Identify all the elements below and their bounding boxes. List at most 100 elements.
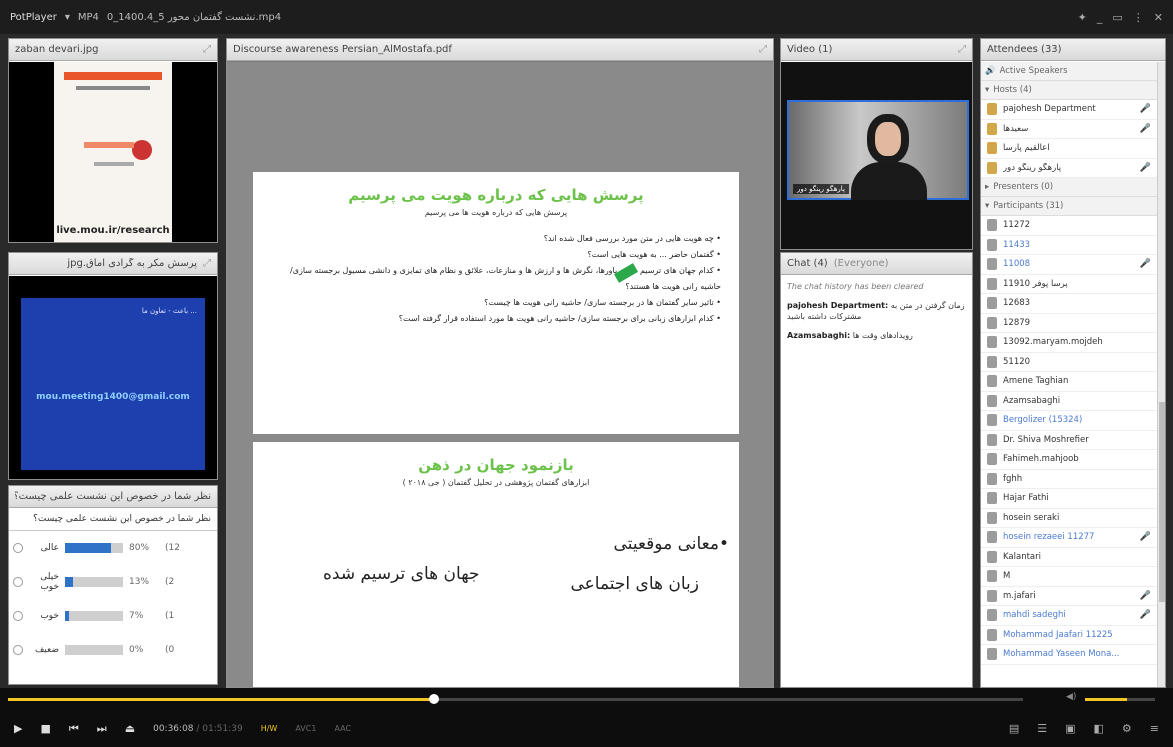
hosts-group-header[interactable]: ▾ Hosts (4) bbox=[981, 81, 1157, 100]
slide-title: بازنمود جهان در ذهن bbox=[418, 456, 574, 474]
eject-icon[interactable]: ⏏ bbox=[125, 722, 135, 735]
attendee-row[interactable]: Hajar Fathi bbox=[981, 489, 1157, 509]
settings-icon[interactable]: ⋮ bbox=[1133, 11, 1144, 24]
attendee-row[interactable]: 12879 bbox=[981, 314, 1157, 333]
poster-graphic bbox=[64, 72, 162, 166]
stop-icon[interactable]: ■ bbox=[40, 722, 50, 735]
attendee-row[interactable]: hosein seraki bbox=[981, 509, 1157, 528]
user-icon bbox=[987, 355, 997, 368]
attendee-row[interactable]: 11272 bbox=[981, 216, 1157, 236]
attendee-row[interactable]: Azamsabaghi bbox=[981, 392, 1157, 411]
scrollbar[interactable] bbox=[1157, 62, 1165, 687]
attendee-row[interactable]: Mohammad Yaseen Mona... bbox=[981, 645, 1157, 665]
scrollbar-thumb[interactable] bbox=[1159, 402, 1165, 602]
microphone-icon[interactable]: 🎤 bbox=[1140, 163, 1151, 173]
window-controls: ✦ _ ▭ ⋮ ✕ bbox=[1078, 11, 1163, 24]
attendee-row[interactable]: Bergolizer (15324) bbox=[981, 411, 1157, 431]
poll-option-row[interactable]: ضعیف 0% (0 bbox=[9, 633, 217, 667]
participants-group-header[interactable]: ▾ Participants (31) bbox=[981, 197, 1157, 216]
attendee-row[interactable]: Mohammad Jaafari 11225 bbox=[981, 626, 1157, 645]
group-label: Hosts (4) bbox=[993, 85, 1032, 95]
attendee-row[interactable]: Dr. Shiva Moshrefier bbox=[981, 431, 1157, 450]
attendee-row[interactable]: M bbox=[981, 567, 1157, 587]
fullscreen-icon[interactable]: ⤢ bbox=[203, 258, 211, 269]
gear-icon[interactable]: ⚙ bbox=[1122, 722, 1132, 735]
pin-icon[interactable]: ✦ bbox=[1078, 11, 1087, 24]
minimize-icon[interactable]: _ bbox=[1097, 11, 1103, 24]
app-menu-button[interactable]: PotPlayer bbox=[10, 12, 57, 23]
attendee-row[interactable]: Fahimeh.mahjoob bbox=[981, 450, 1157, 470]
fullscreen-icon[interactable]: ⤢ bbox=[203, 44, 211, 55]
attendee-row[interactable]: m.jafari 🎤 bbox=[981, 587, 1157, 606]
attendee-row[interactable]: hosein rezaeei 11277 🎤 bbox=[981, 528, 1157, 548]
attendee-row[interactable]: Amene Taghian bbox=[981, 372, 1157, 392]
subtitle-icon[interactable]: ▤ bbox=[1009, 722, 1019, 735]
capture-icon[interactable]: ▣ bbox=[1065, 722, 1075, 735]
microphone-icon[interactable]: 🎤 bbox=[1140, 104, 1151, 114]
pod-header: zaban devari.jpg ⤢ bbox=[9, 39, 217, 61]
poll-option-label: خوب bbox=[40, 611, 59, 621]
radio-button[interactable] bbox=[13, 645, 23, 655]
attendee-row[interactable]: 11433 bbox=[981, 236, 1157, 255]
attendee-row[interactable]: Kalantari bbox=[981, 548, 1157, 567]
attendee-name: 51120 bbox=[1003, 356, 1031, 367]
attendee-row[interactable]: اعالقیم پارسا bbox=[981, 139, 1157, 159]
attendee-row[interactable]: fghh bbox=[981, 470, 1157, 489]
pod-title: Chat (4) bbox=[787, 258, 828, 269]
menu-icon[interactable]: ≡ bbox=[1150, 722, 1159, 735]
radio-button[interactable] bbox=[13, 577, 23, 587]
attendee-row[interactable]: پارهگو رینگو دور 🎤 bbox=[981, 159, 1157, 178]
attendee-row[interactable]: 51120 bbox=[981, 353, 1157, 372]
restore-icon[interactable]: ▭ bbox=[1112, 11, 1122, 24]
poll-option-row[interactable]: خیلی خوب 13% (2 bbox=[9, 565, 217, 599]
attendee-row[interactable]: 13092.maryam.mojdeh bbox=[981, 333, 1157, 353]
presenters-group-header[interactable]: ▸ Presenters (0) bbox=[981, 178, 1157, 197]
chevron-down-icon[interactable]: ▾ bbox=[65, 12, 70, 23]
microphone-icon[interactable]: 🎤 bbox=[1140, 259, 1151, 269]
attendee-row[interactable]: 11910 پرسا پوفر bbox=[981, 275, 1157, 294]
radio-button[interactable] bbox=[13, 543, 23, 553]
pod-header: Video (1) ⤢ bbox=[781, 39, 972, 61]
attendee-row[interactable]: mahdi sadeghi 🎤 bbox=[981, 606, 1157, 626]
document-viewer[interactable]: پرسش هایی که درباره هویت می پرسیم پرسش ه… bbox=[227, 62, 773, 687]
attendee-row[interactable]: 11008 🎤 bbox=[981, 255, 1157, 275]
play-icon[interactable]: ▶ bbox=[14, 722, 22, 735]
poll-percent: 13% bbox=[129, 577, 150, 587]
screen-icon[interactable]: ◧ bbox=[1094, 722, 1104, 735]
seek-handle[interactable] bbox=[429, 694, 440, 704]
volume-slider[interactable] bbox=[1085, 698, 1155, 701]
microphone-icon[interactable]: 🎤 bbox=[1140, 610, 1151, 620]
active-speakers-header[interactable]: 🔊 Active Speakers bbox=[981, 62, 1157, 81]
poll-option-row[interactable]: عالی 80% (12 bbox=[9, 531, 217, 565]
attendee-name: M bbox=[1003, 571, 1011, 582]
volume-icon[interactable]: ◀) bbox=[1066, 692, 1076, 702]
user-icon bbox=[987, 277, 997, 290]
seek-bar[interactable] bbox=[8, 694, 1023, 704]
next-icon[interactable]: ⏭ bbox=[97, 722, 107, 736]
hw-decoder-tag[interactable]: H/W bbox=[261, 724, 278, 733]
attendee-row[interactable]: pajohesh Department 🎤 bbox=[981, 100, 1157, 120]
attendee-row[interactable]: 12683 bbox=[981, 294, 1157, 314]
user-icon bbox=[987, 375, 997, 388]
user-icon bbox=[987, 589, 997, 602]
poll-options: عالی 80% (12 خیلی خوب 13% (2 خوب 7% (1 ض… bbox=[9, 531, 217, 667]
user-icon bbox=[987, 609, 997, 622]
close-icon[interactable]: ✕ bbox=[1154, 11, 1163, 24]
microphone-icon[interactable]: 🎤 bbox=[1140, 124, 1151, 134]
previous-icon[interactable]: ⏮ bbox=[69, 722, 79, 736]
poll-result-bar bbox=[65, 577, 123, 587]
fullscreen-icon[interactable]: ⤢ bbox=[759, 44, 767, 55]
attendee-row[interactable]: سعیدها 🎤 bbox=[981, 120, 1157, 139]
webcam-feed[interactable]: پارهگو رینگو دور bbox=[787, 100, 969, 200]
video-codec-tag: AVC1 bbox=[295, 724, 317, 733]
radio-button[interactable] bbox=[13, 611, 23, 621]
fullscreen-icon[interactable]: ⤢ bbox=[958, 44, 966, 55]
chat-history: The chat history has been cleared pajohe… bbox=[781, 275, 972, 355]
slide-item: •معانی موقعیتی bbox=[613, 534, 729, 554]
microphone-icon[interactable]: 🎤 bbox=[1140, 591, 1151, 601]
playlist-icon[interactable]: ☰ bbox=[1037, 722, 1047, 735]
shared-image: live.mou.ir/research bbox=[9, 62, 217, 242]
poll-result-bar bbox=[65, 645, 123, 655]
microphone-icon[interactable]: 🎤 bbox=[1140, 532, 1151, 542]
poll-option-row[interactable]: خوب 7% (1 bbox=[9, 599, 217, 633]
